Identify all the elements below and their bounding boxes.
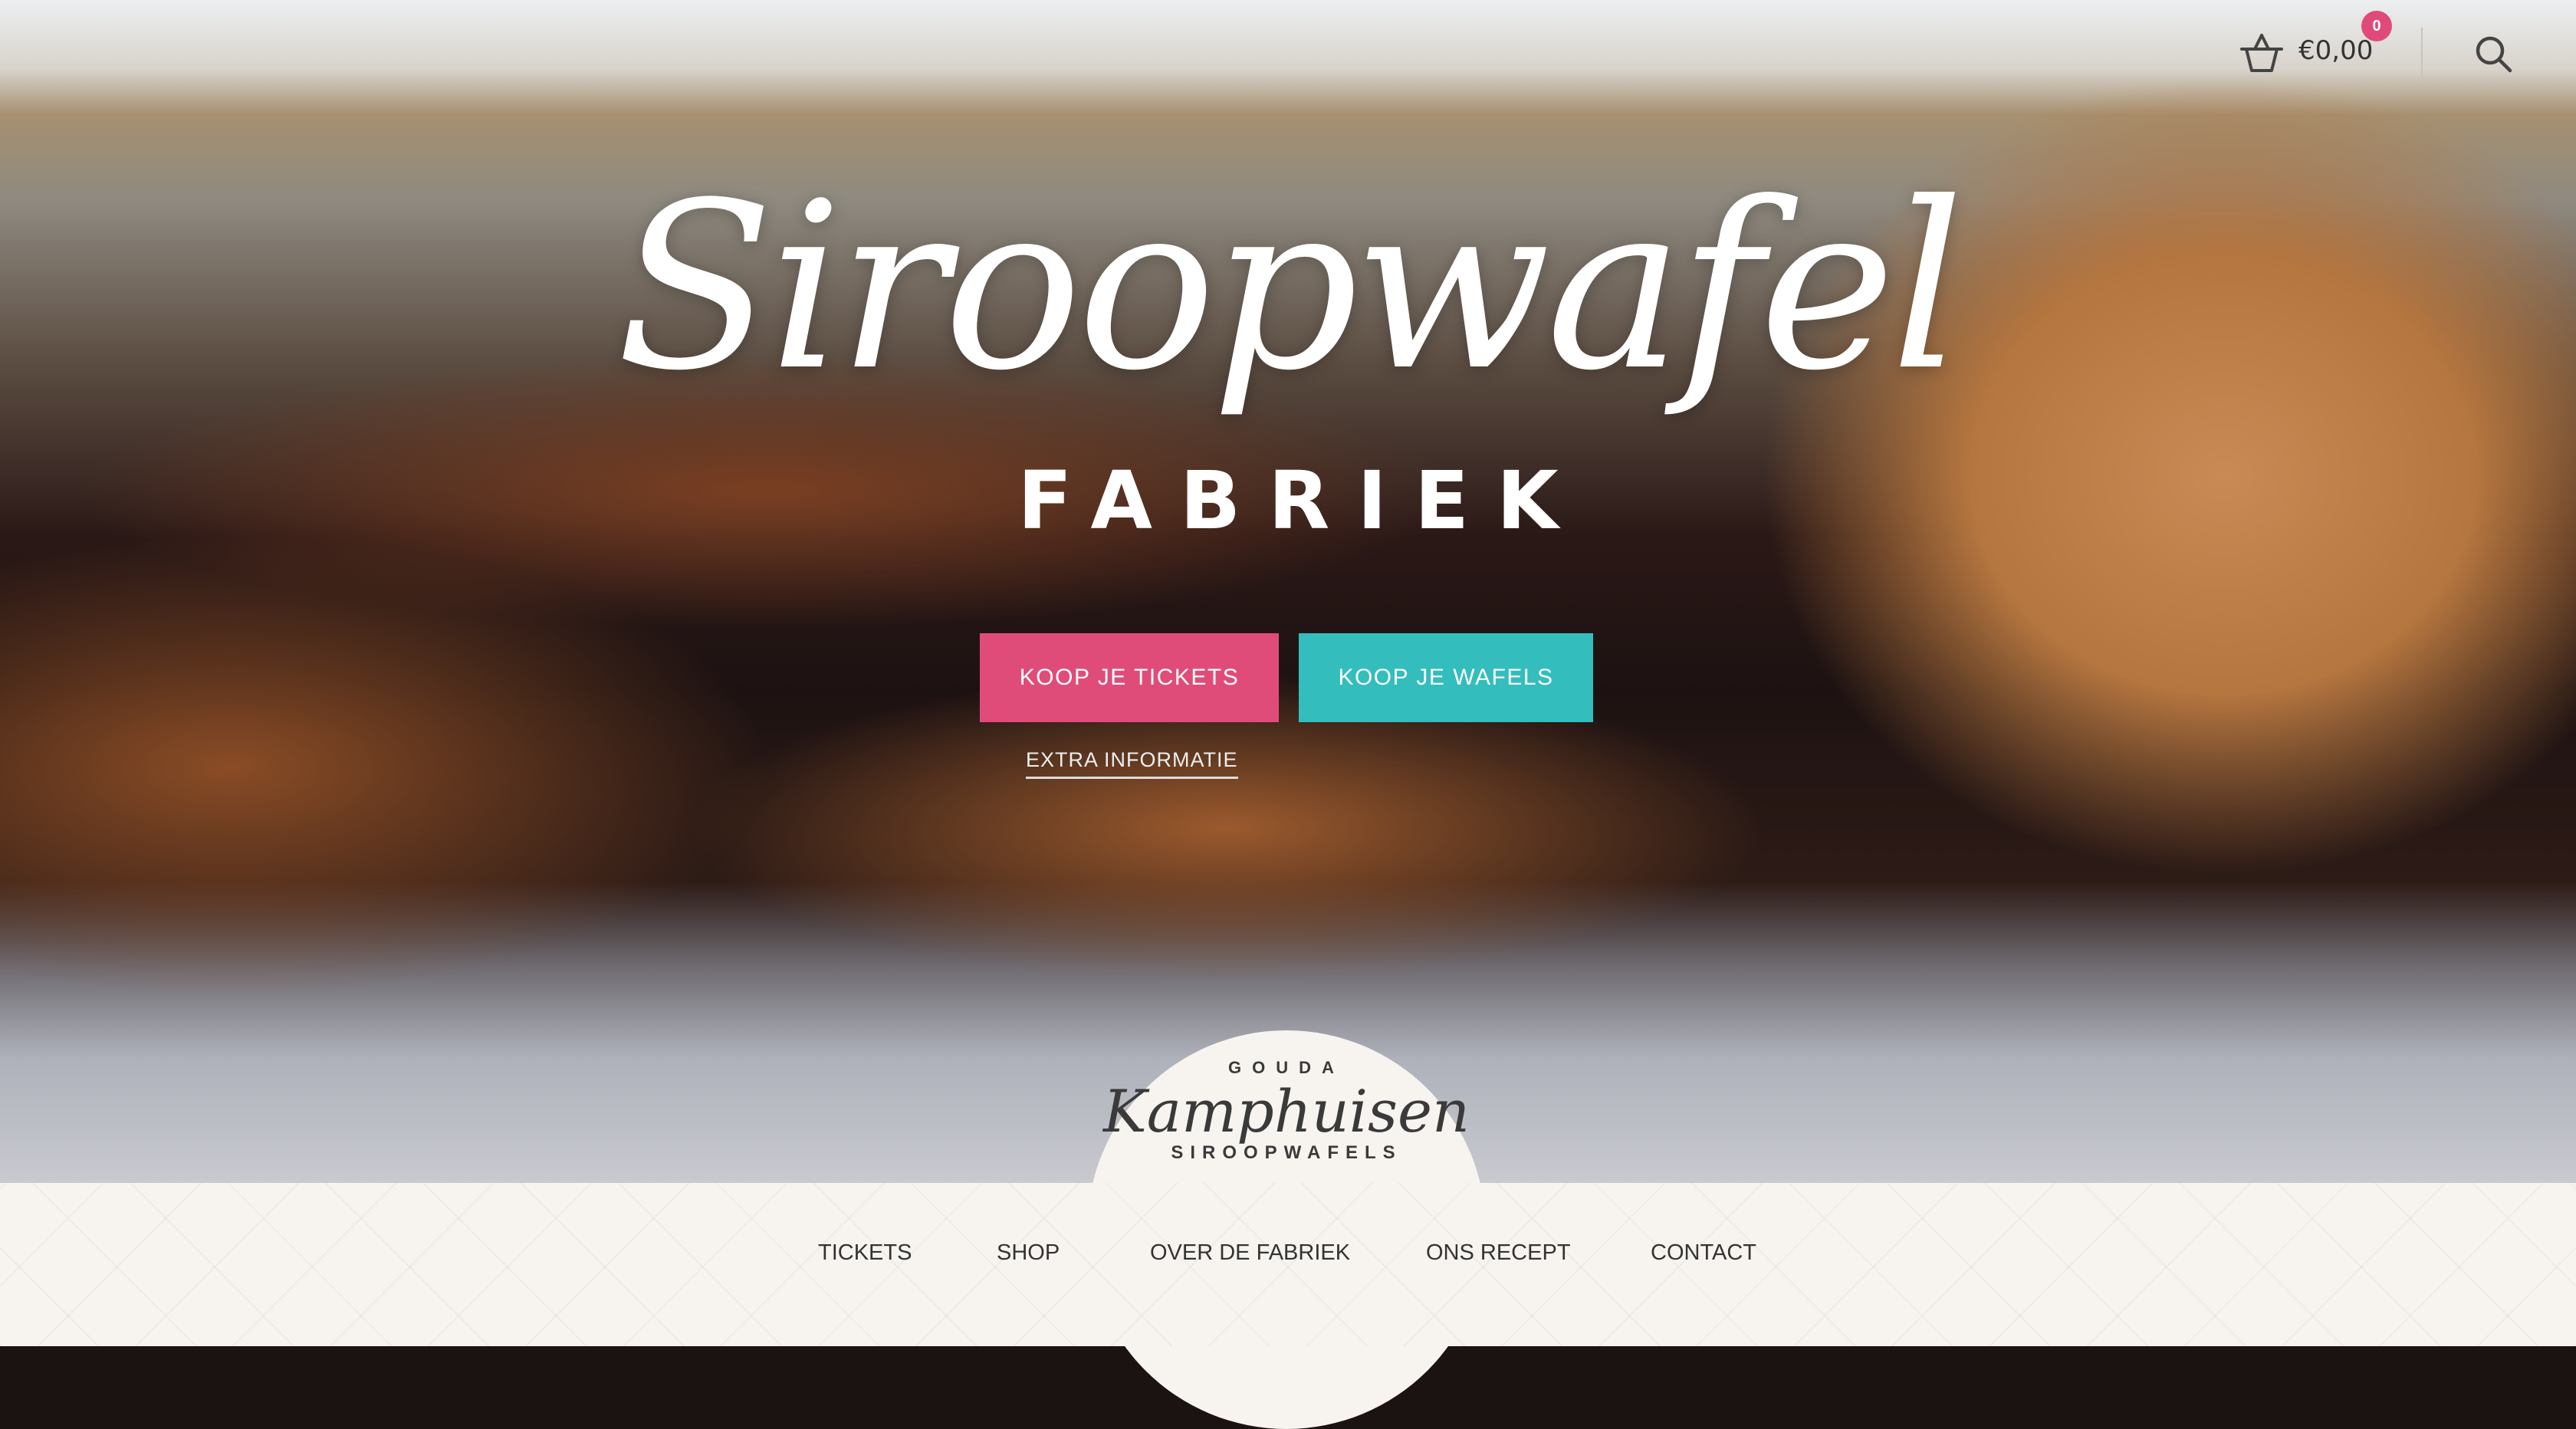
basket-icon[interactable] xyxy=(2239,32,2285,75)
logo-name: Kamphuisen xyxy=(1103,1077,1470,1145)
hero-subtitle: FABRIEK xyxy=(1017,454,1586,547)
logo[interactable]: GOUDA Kamphuisen SIROOPWAFELS xyxy=(1087,1058,1486,1164)
top-bar: €0,00 0 xyxy=(0,0,2576,107)
extra-info-link[interactable]: EXTRA INFORMATIE xyxy=(1026,748,1238,779)
nav-tickets[interactable]: TICKETS xyxy=(818,1240,912,1266)
search-icon[interactable] xyxy=(2473,34,2516,77)
logo-top-text: GOUDA xyxy=(1228,1058,1345,1077)
cart-count-badge: 0 xyxy=(2361,11,2392,41)
buy-tickets-button[interactable]: KOOP JE TICKETS xyxy=(980,633,1279,722)
nav-ons-recept[interactable]: ONS RECEPT xyxy=(1426,1240,1571,1266)
logo-bottom-text: SIROOPWAFELS xyxy=(1171,1142,1402,1163)
nav-shop[interactable]: SHOP xyxy=(997,1240,1060,1266)
divider xyxy=(2421,28,2423,81)
hero-title: Siroopwafel xyxy=(616,153,1964,421)
nav-over-de-fabriek[interactable]: OVER DE FABRIEK xyxy=(1150,1240,1350,1266)
buy-waffles-button[interactable]: KOOP JE WAFELS xyxy=(1299,633,1593,722)
cart-total[interactable]: €0,00 xyxy=(2298,35,2373,66)
nav-contact[interactable]: CONTACT xyxy=(1651,1240,1756,1266)
